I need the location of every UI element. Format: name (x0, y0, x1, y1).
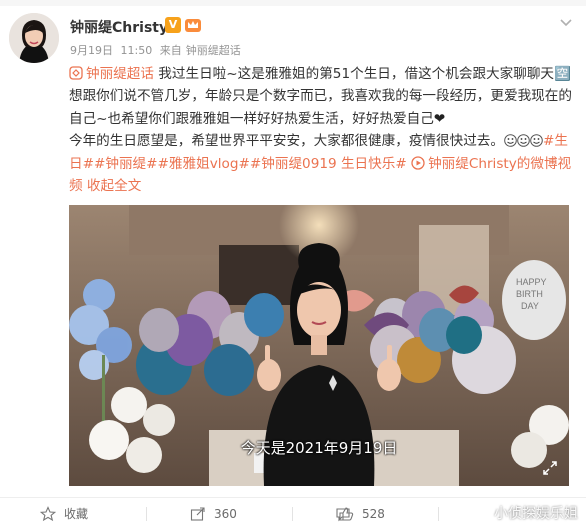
source-link[interactable]: 钟丽缇超话 (186, 44, 241, 57)
repost-button[interactable]: 360 (190, 498, 237, 529)
fullscreen-icon[interactable] (543, 460, 557, 475)
share-icon (190, 506, 205, 521)
smile-emoji-icon (517, 134, 530, 148)
like-button[interactable]: 528 (338, 498, 385, 529)
topic-link[interactable]: 钟丽缇超话 (86, 66, 154, 82)
crown-badge-icon (184, 16, 202, 33)
star-icon (40, 505, 56, 521)
smile-emoji-icon (504, 134, 517, 148)
watermark: 小侦探娱乐姐 (494, 506, 578, 522)
video-player[interactable]: HAPPY BIRTH DAY 今天是2021年9月19日 (69, 205, 569, 486)
post-time: 11:50 (120, 44, 153, 57)
avatar[interactable] (9, 13, 59, 63)
video-subtitle: 今天是2021年9月19日 (240, 439, 398, 457)
collapse-link[interactable]: 收起全文 (87, 178, 141, 194)
favorite-label: 收藏 (64, 507, 89, 521)
smile-emoji-icon (530, 134, 543, 148)
svg-text:HAPPY: HAPPY (516, 277, 547, 287)
top-border (0, 0, 586, 6)
username[interactable]: 钟丽缇Christy (70, 17, 168, 37)
favorite-button[interactable]: 收藏 (40, 498, 88, 529)
post-date: 9月19日 (70, 44, 113, 57)
svg-text:BIRTH: BIRTH (516, 289, 543, 299)
video-link-icon (411, 155, 425, 170)
post-body: 钟丽缇超话 我过生日啦~这是雅雅姐的第51个生日，借这个机会跟大家聊聊天🈳想跟你… (69, 63, 575, 197)
source-prefix: 来自 (159, 44, 182, 57)
heart-emoji: ❤ (433, 110, 446, 127)
repost-count: 360 (214, 506, 237, 521)
action-divider (292, 507, 293, 521)
topic-icon (69, 66, 83, 80)
action-divider (146, 507, 147, 521)
svg-text:DAY: DAY (521, 301, 539, 311)
post-meta: 9月19日 11:50 来自 钟丽缇超话 (70, 42, 245, 58)
post-body-paragraph-2: 今年的生日愿望是，希望世界平平安安，大家都很健康，疫情很快过去。 (69, 133, 504, 150)
chevron-down-icon[interactable] (558, 14, 574, 30)
like-count: 528 (362, 506, 385, 521)
thumbs-up-icon (339, 506, 354, 521)
action-divider (438, 507, 439, 521)
verified-v-icon: V (165, 17, 181, 33)
